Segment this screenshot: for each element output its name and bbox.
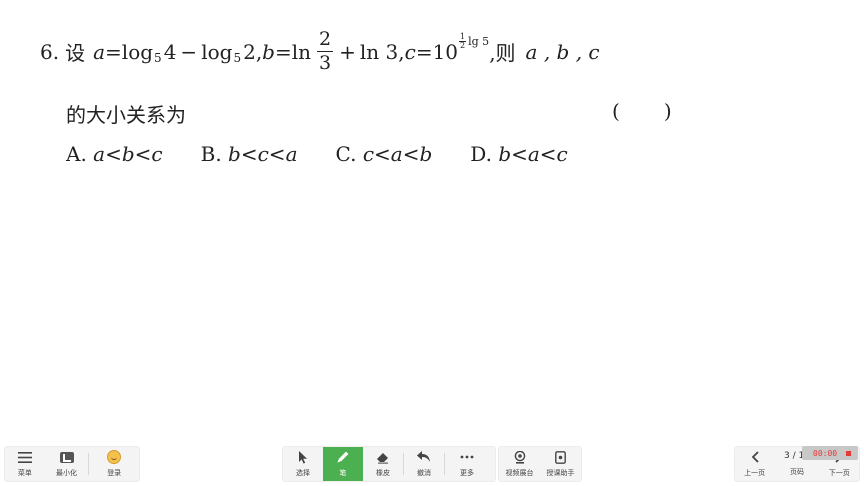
choice-label: B. <box>200 142 222 166</box>
log-2-base: 5 <box>233 50 242 65</box>
video-booth-button[interactable]: 视频展台 <box>499 447 540 481</box>
prev-page-label: 上一页 <box>744 469 766 477</box>
log-1-base: 5 <box>154 50 162 65</box>
answer-parentheses: () <box>612 99 672 123</box>
avatar-icon <box>106 450 122 464</box>
log-2-arg: 2 <box>243 39 256 64</box>
exponent: 1 2 lg 5 <box>459 33 489 50</box>
teaching-assistant-label: 授课助手 <box>546 469 575 477</box>
eraser-tool-button[interactable]: 橡皮 <box>363 447 403 481</box>
var-a: a <box>93 39 106 64</box>
timer-text: 00:00 <box>813 448 838 458</box>
login-button[interactable]: 登录 <box>89 447 139 481</box>
paren-open: ( <box>612 99 620 123</box>
eq-c: = <box>415 39 433 64</box>
phone-assistant-icon <box>553 450 569 464</box>
choice-expr: c<a<b <box>362 142 433 166</box>
ln-2: ln 3 <box>359 39 399 64</box>
eraser-icon <box>375 450 391 464</box>
minimize-label: 最小化 <box>56 469 78 477</box>
answer-choices: A. a<b<c B. b<c<a C. c<a<b D. b<a<c <box>66 142 568 166</box>
teaching-assistant-button[interactable]: 授课助手 <box>540 447 581 481</box>
undo-icon <box>416 450 432 464</box>
choice-expr: b<a<c <box>498 142 568 166</box>
login-label: 登录 <box>107 469 122 477</box>
exponent-lg: lg 5 <box>468 35 490 48</box>
choice-label: D. <box>470 142 492 166</box>
question-lead: 设 <box>65 41 86 65</box>
toolbar-extras: 视频展台 授课助手 <box>498 446 582 482</box>
fraction-two-thirds: 2 3 <box>317 28 334 74</box>
pen-icon <box>335 450 351 464</box>
choice-c: C. c<a<b <box>336 142 433 166</box>
question-number: 6. <box>40 39 60 64</box>
slide-canvas: 6. 设 a = log 5 4 − log 5 2 , b = ln 2 3 + ln… <box>0 0 864 440</box>
recording-timer[interactable]: 00:00 <box>802 446 858 460</box>
undo-button[interactable]: 撤消 <box>404 447 444 481</box>
more-button[interactable]: 更多 <box>445 447 489 481</box>
more-dots-icon <box>459 450 475 464</box>
ten-base: 10 <box>432 39 459 64</box>
eq-b: = <box>274 39 292 64</box>
choice-d: D. b<a<c <box>470 142 568 166</box>
log-1-arg: 4 <box>163 39 177 64</box>
fraction-numerator: 2 <box>317 28 334 52</box>
ln-1: ln <box>291 39 312 64</box>
minus-sign: − <box>180 39 198 64</box>
question-vars: a , b , c <box>525 39 600 64</box>
hamburger-icon <box>17 450 33 464</box>
page-label: 页码 <box>789 468 804 476</box>
chevron-left-icon <box>747 450 763 464</box>
choice-label: C. <box>335 142 357 166</box>
log-1: log <box>121 39 154 64</box>
select-label: 选择 <box>296 469 310 477</box>
choice-expr: a<b<c <box>93 142 163 166</box>
pen-label: 笔 <box>339 469 347 477</box>
fraction-denominator: 3 <box>319 52 332 74</box>
more-label: 更多 <box>460 469 474 477</box>
video-booth-label: 视频展台 <box>505 469 534 477</box>
question-tail: ,则 <box>489 41 516 65</box>
webcam-icon <box>512 450 528 464</box>
toolbar-tools: 选择 笔 橡皮 撤消 更多 <box>282 446 496 482</box>
choice-label: A. <box>66 142 87 166</box>
question-line-1: 6. 设 a = log 5 4 − log 5 2 , b = ln 2 3 + ln… <box>40 30 600 73</box>
record-stop-icon <box>846 450 852 456</box>
log-2: log <box>201 39 233 64</box>
select-tool-button[interactable]: 选择 <box>283 447 323 481</box>
paren-close: ) <box>663 99 672 123</box>
eq-a: = <box>105 39 122 64</box>
choice-a: A. a<b<c <box>66 142 163 166</box>
cursor-icon <box>295 450 311 464</box>
exponent-denominator: 2 <box>460 41 466 50</box>
menu-button[interactable]: 菜单 <box>5 447 45 481</box>
pen-tool-button[interactable]: 笔 <box>323 447 363 481</box>
menu-label: 菜单 <box>17 469 32 477</box>
eraser-label: 橡皮 <box>376 469 390 477</box>
minimize-icon <box>59 450 75 464</box>
question-line-2: 的大小关系为 <box>66 103 186 127</box>
var-b: b <box>262 39 275 64</box>
plus-sign: + <box>339 39 356 64</box>
choice-expr: b<c<a <box>228 142 298 166</box>
toolbar-left: 菜单 最小化 登录 <box>4 446 140 482</box>
choice-b: B. b<c<a <box>201 142 298 166</box>
var-c: c <box>404 39 416 64</box>
minimize-button[interactable]: 最小化 <box>45 447 89 481</box>
undo-label: 撤消 <box>417 469 431 477</box>
prev-page-button[interactable]: 上一页 <box>735 447 774 481</box>
exponent-fraction: 1 2 <box>459 33 467 50</box>
next-page-label: 下一页 <box>828 469 850 477</box>
